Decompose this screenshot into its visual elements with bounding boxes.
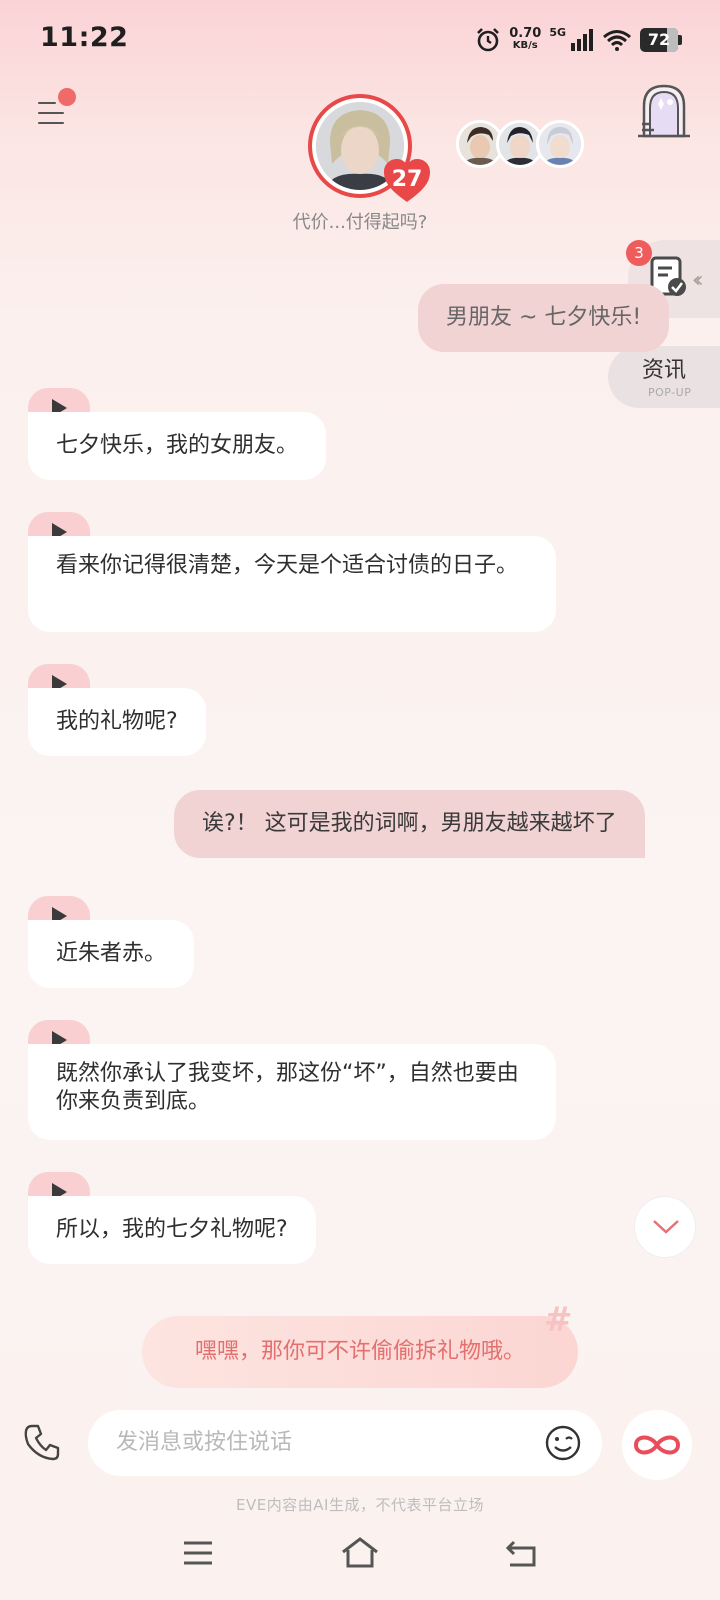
menu-icon: [184, 1541, 212, 1565]
character-group-avatars[interactable]: [456, 120, 586, 170]
battery-icon: 72: [640, 28, 682, 52]
character-subtitle: 代价...付得起吗?: [292, 212, 428, 233]
infinity-button[interactable]: [622, 1410, 692, 1480]
scroll-to-bottom-button[interactable]: [634, 1196, 696, 1258]
ai-message-text[interactable]: 既然你承认了我变坏，那这份“坏”，自然也要由你来负责到底。: [28, 1044, 556, 1140]
user-message[interactable]: 男朋友 ~ 七夕快乐!: [418, 284, 670, 352]
network-type: 5G: [549, 25, 566, 39]
status-time: 11:22: [40, 22, 129, 53]
news-title: 资讯: [642, 358, 687, 383]
emoji-icon: [545, 1425, 581, 1461]
signal-icon: [570, 29, 594, 51]
phone-icon: [24, 1424, 60, 1461]
message-input-placeholder: 发消息或按住说话: [116, 1430, 293, 1455]
ai-message-text[interactable]: 我的礼物呢?: [28, 688, 206, 756]
voice-call-button[interactable]: [22, 1422, 62, 1462]
hash-icon: #: [544, 1300, 573, 1340]
affection-level: 27: [391, 167, 423, 192]
mini-avatar: [536, 120, 584, 168]
news-widget[interactable]: 资讯 POP-UP: [608, 346, 720, 408]
nav-home-button[interactable]: [340, 1536, 380, 1574]
back-icon: [505, 1540, 536, 1567]
nav-back-button[interactable]: [504, 1538, 538, 1572]
status-bar: 11:22 0.70 KB/s 5G 72: [0, 0, 720, 80]
net-speed-unit: KB/s: [512, 40, 538, 51]
wifi-icon: [602, 29, 632, 51]
collapse-arrows-icon: ‹‹: [692, 268, 703, 293]
ai-message-text[interactable]: 近朱者赤。: [28, 920, 195, 988]
ai-message-text[interactable]: 七夕快乐，我的女朋友。: [28, 412, 327, 480]
emoji-button[interactable]: [544, 1424, 582, 1462]
status-icons: 0.70 KB/s 5G 72: [475, 24, 682, 56]
message-input[interactable]: 发消息或按住说话: [88, 1410, 602, 1476]
nav-menu-button[interactable]: [182, 1540, 214, 1570]
castle-icon: [636, 84, 692, 144]
news-subtitle: POP-UP: [648, 386, 692, 399]
net-speed-value: 0.70: [509, 26, 542, 41]
chevron-down-icon: [653, 1220, 679, 1234]
notification-dot: [58, 88, 76, 106]
castle-button[interactable]: [636, 82, 692, 140]
suggested-reply[interactable]: 嘿嘿，那你可不许偷偷拆礼物哦。: [142, 1316, 578, 1388]
ai-message-text[interactable]: 看来你记得很清楚，今天是个适合讨债的日子。: [28, 536, 556, 632]
task-badge: 3: [626, 240, 652, 266]
affection-heart-badge: 27: [382, 158, 432, 204]
alarm-clock-icon: [475, 27, 501, 53]
ai-disclaimer: EVE内容由AI生成，不代表平台立场: [236, 1496, 484, 1514]
battery-level: 72: [647, 30, 671, 49]
home-icon: [342, 1537, 378, 1568]
user-message[interactable]: 诶?！ 这可是我的词啊，男朋友越来越坏了: [174, 790, 645, 858]
net-speed: 0.70 KB/s: [509, 26, 542, 52]
ai-message-text[interactable]: 所以，我的七夕礼物呢?: [28, 1196, 316, 1264]
infinity-icon: [633, 1435, 681, 1455]
